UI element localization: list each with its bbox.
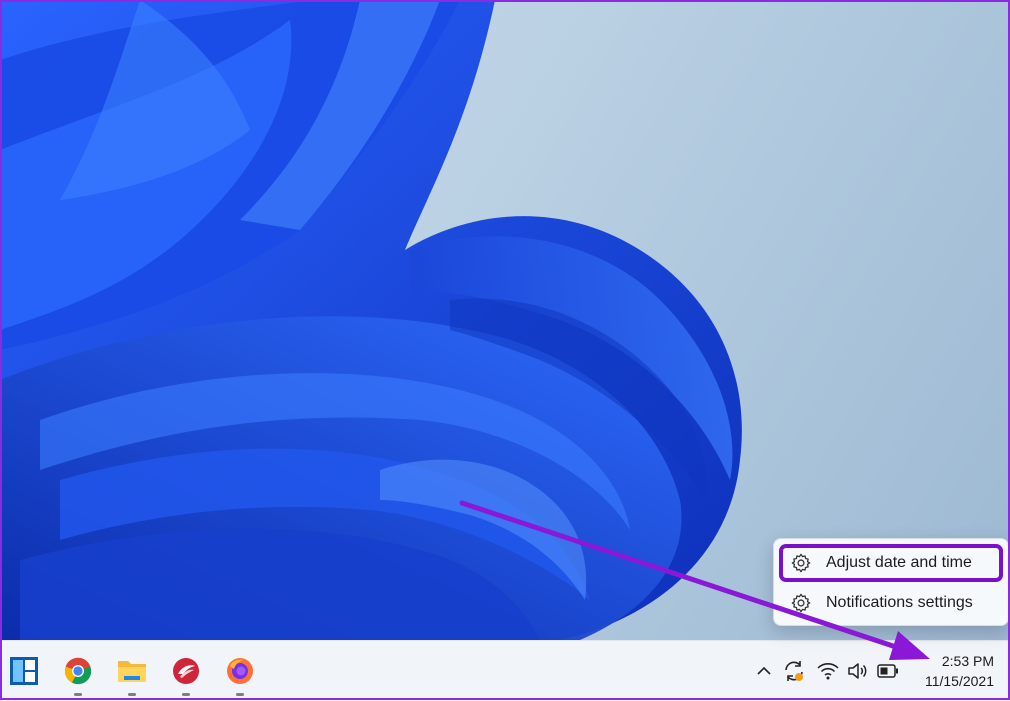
gear-icon <box>791 593 811 613</box>
taskbar-clock[interactable]: 2:53 PM 11/15/2021 <box>910 647 1000 695</box>
chrome-taskbar-button[interactable] <box>60 653 96 696</box>
running-indicator <box>74 693 82 696</box>
sync-icon <box>785 661 803 681</box>
start-button[interactable] <box>6 653 42 689</box>
wifi-icon <box>817 663 839 680</box>
firefox-icon <box>227 658 253 684</box>
battery-icon <box>877 664 898 678</box>
gear-icon <box>791 553 811 573</box>
clock-time: 2:53 PM <box>941 653 994 669</box>
quill-icon <box>173 658 199 684</box>
battery-tray-button[interactable] <box>876 659 900 683</box>
adjust-date-time-menu-item[interactable]: Adjust date and time <box>779 544 1003 582</box>
network-tray-button[interactable] <box>816 659 840 683</box>
clock-context-menu: Adjust date and time Notifications setti… <box>773 538 1009 626</box>
show-hidden-icons-button[interactable] <box>752 659 776 683</box>
chevron-up-icon <box>757 666 771 675</box>
volume-tray-button[interactable] <box>846 659 870 683</box>
notifications-settings-menu-item[interactable]: Notifications settings <box>782 587 1000 619</box>
file-explorer-taskbar-button[interactable] <box>114 653 150 696</box>
running-indicator <box>128 693 136 696</box>
taskbar: 2:53 PM 11/15/2021 <box>0 640 1010 701</box>
sync-tray-button[interactable] <box>782 659 806 683</box>
running-indicator <box>236 693 244 696</box>
running-indicator <box>182 693 190 696</box>
firefox-taskbar-button[interactable] <box>222 653 258 696</box>
menu-item-label: Adjust date and time <box>826 554 972 571</box>
folder-icon <box>118 661 146 682</box>
clock-date: 11/15/2021 <box>924 673 994 689</box>
chrome-icon <box>64 657 92 685</box>
volume-icon <box>848 663 867 679</box>
quill-app-taskbar-button[interactable] <box>168 653 204 696</box>
windows-start-icon <box>10 657 38 685</box>
menu-item-label: Notifications settings <box>826 594 973 611</box>
